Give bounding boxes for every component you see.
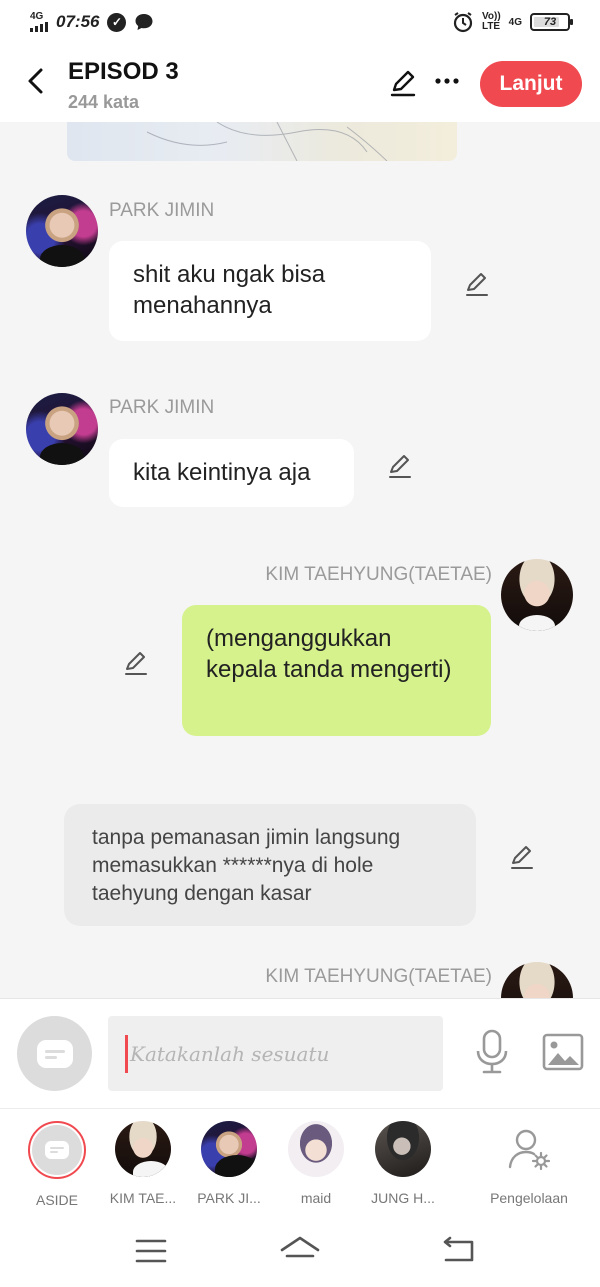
back-nav-icon[interactable] bbox=[438, 1234, 478, 1268]
message-bubble[interactable]: shit aku ngak bisa menahannya bbox=[109, 241, 431, 341]
character-label: Pengelolaan bbox=[490, 1190, 568, 1206]
character-label: JUNG H... bbox=[371, 1190, 435, 1206]
speaker-name: KIM TAEHYUNG(TAETAE) bbox=[265, 564, 492, 585]
character-selector: ASIDE KIM TAE... PARK JI... maid JUNG H.… bbox=[0, 1108, 600, 1216]
home-icon[interactable] bbox=[278, 1234, 322, 1268]
speaker-name: PARK JIMIN bbox=[109, 200, 215, 221]
edit-icon[interactable] bbox=[463, 270, 491, 298]
character-label: ASIDE bbox=[35, 1192, 78, 1208]
signal-icon: 4G bbox=[30, 12, 48, 32]
chat-image[interactable] bbox=[67, 122, 457, 161]
speaker-name: KIM TAEHYUNG(TAETAE) bbox=[265, 966, 492, 987]
message-input[interactable]: Katakanlah sesuatu bbox=[108, 1016, 443, 1091]
status-bar: 4G 07:56 ✓ Vo)) LTE 4G 73 bbox=[0, 0, 600, 44]
clock: 07:56 bbox=[56, 12, 100, 31]
network-type-right: 4G bbox=[508, 16, 522, 28]
battery-icon: 73 bbox=[530, 13, 573, 31]
message-bubble[interactable]: kita keintinya aja bbox=[109, 439, 354, 507]
character-label: PARK JI... bbox=[197, 1190, 261, 1206]
alarm-icon bbox=[453, 12, 473, 33]
chat-bubble-icon bbox=[36, 1039, 73, 1068]
check-icon: ✓ bbox=[107, 12, 127, 32]
input-placeholder: Katakanlah sesuatu bbox=[130, 1041, 330, 1066]
edit-icon[interactable] bbox=[508, 843, 536, 871]
network-type: 4G bbox=[30, 11, 44, 22]
character-label: KIM TAE... bbox=[109, 1190, 177, 1206]
manage-characters-button[interactable]: Pengelolaan bbox=[472, 1121, 586, 1206]
character-aside[interactable]: ASIDE bbox=[14, 1121, 100, 1208]
speaker-name: PARK JIMIN bbox=[109, 397, 215, 418]
avatar bbox=[375, 1121, 431, 1177]
avatar bbox=[201, 1121, 257, 1177]
message-bubble[interactable]: (menganggukkan kepala tanda mengerti) bbox=[182, 605, 491, 736]
text-caret bbox=[125, 1034, 128, 1073]
battery-level: 73 bbox=[543, 16, 557, 28]
narration-bubble[interactable]: tanpa pemanasan jimin langsung memasukka… bbox=[64, 804, 476, 926]
avatar bbox=[115, 1121, 171, 1177]
avatar bbox=[288, 1121, 344, 1177]
avatar-kim-taehyung[interactable] bbox=[501, 962, 573, 998]
word-count: 244 kata bbox=[68, 92, 140, 112]
avatar-kim-taehyung[interactable] bbox=[501, 559, 573, 631]
character-kim-taehyung[interactable]: KIM TAE... bbox=[100, 1121, 186, 1206]
edit-icon[interactable] bbox=[388, 68, 418, 98]
composer: Katakanlah sesuatu bbox=[0, 998, 600, 1108]
avatar-park-jimin[interactable] bbox=[26, 393, 98, 465]
manage-icon bbox=[501, 1121, 557, 1177]
message-icon bbox=[135, 14, 153, 30]
back-icon[interactable] bbox=[22, 66, 48, 96]
character-label: maid bbox=[300, 1190, 332, 1206]
more-icon[interactable] bbox=[434, 68, 460, 98]
next-button[interactable]: Lanjut bbox=[480, 61, 582, 107]
avatar-park-jimin[interactable] bbox=[26, 195, 98, 267]
character-maid[interactable]: maid bbox=[273, 1121, 359, 1206]
system-nav-bar bbox=[0, 1216, 600, 1287]
page-title: EPISOD 3 bbox=[68, 58, 179, 85]
character-park-jimin[interactable]: PARK JI... bbox=[186, 1121, 272, 1206]
edit-icon[interactable] bbox=[122, 649, 150, 677]
chat-area[interactable]: PARK JIMIN shit aku ngak bisa menahannya… bbox=[0, 122, 600, 998]
aside-toggle-button[interactable] bbox=[17, 1016, 92, 1091]
volte-indicator: Vo)) LTE bbox=[481, 11, 501, 32]
image-icon[interactable] bbox=[542, 1033, 584, 1071]
mic-icon[interactable] bbox=[474, 1029, 510, 1075]
chat-bubble-icon bbox=[45, 1141, 69, 1159]
character-jung[interactable]: JUNG H... bbox=[360, 1121, 446, 1206]
menu-icon[interactable] bbox=[131, 1234, 171, 1268]
edit-icon[interactable] bbox=[386, 452, 414, 480]
header: EPISOD 3 244 kata Lanjut bbox=[0, 44, 600, 122]
